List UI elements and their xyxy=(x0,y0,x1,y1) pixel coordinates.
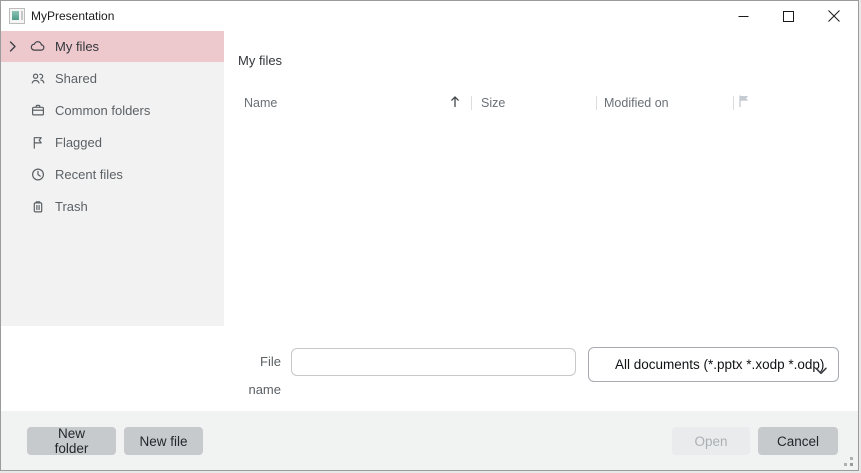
flag-icon xyxy=(30,134,46,150)
window-controls xyxy=(721,1,856,31)
cloud-icon xyxy=(30,39,46,55)
cancel-button[interactable]: Cancel xyxy=(758,427,838,455)
sidebar-item-recent-files[interactable]: Recent files xyxy=(1,158,224,190)
file-list-empty-area[interactable] xyxy=(224,113,857,326)
sidebar-item-my-files[interactable]: My files xyxy=(1,31,224,62)
column-header-size[interactable]: Size xyxy=(481,94,505,112)
sidebar-item-shared[interactable]: Shared xyxy=(1,62,224,94)
open-file-dialog: MyPresentation My files Shared Common fo… xyxy=(0,0,859,471)
file-type-dropdown[interactable]: All documents (*.pptx *.xodp *.odp) xyxy=(588,347,839,382)
file-name-input[interactable] xyxy=(291,348,576,376)
sidebar-item-flagged[interactable]: Flagged xyxy=(1,126,224,158)
close-icon xyxy=(827,10,840,22)
sidebar-item-label: Recent files xyxy=(55,166,123,182)
close-button[interactable] xyxy=(811,1,856,31)
app-icon-slide xyxy=(12,11,19,20)
sidebar-item-label: Common folders xyxy=(55,102,151,118)
file-type-selected-value: All documents (*.pptx *.xodp *.odp) xyxy=(615,357,825,372)
column-separator xyxy=(733,96,734,110)
window-title: MyPresentation xyxy=(31,9,115,23)
sidebar: My files Shared Common folders Flagged R… xyxy=(1,31,224,326)
new-file-button[interactable]: New file xyxy=(124,427,203,455)
sort-ascending-icon[interactable] xyxy=(450,95,460,111)
column-header-modified-on[interactable]: Modified on xyxy=(604,94,669,112)
clock-icon xyxy=(30,166,46,182)
file-name-label: File name xyxy=(248,354,281,397)
column-separator xyxy=(596,96,597,110)
sidebar-item-label: My files xyxy=(55,39,100,54)
sidebar-item-label: Shared xyxy=(55,70,97,86)
dialog-footer: New folder New file Open Cancel xyxy=(1,411,858,470)
sidebar-item-label: Trash xyxy=(55,198,88,214)
resize-grip[interactable] xyxy=(844,457,853,466)
maximize-button[interactable] xyxy=(766,1,811,31)
chevron-down-icon xyxy=(815,362,827,380)
new-folder-button[interactable]: New folder xyxy=(27,426,116,456)
sidebar-item-trash[interactable]: Trash xyxy=(1,190,224,222)
app-icon xyxy=(9,8,25,24)
current-folder-heading: My files xyxy=(238,53,283,68)
maximize-icon xyxy=(783,10,794,22)
chevron-right-icon[interactable] xyxy=(9,41,30,52)
column-header-name[interactable]: Name xyxy=(244,94,277,112)
sidebar-item-common-folders[interactable]: Common folders xyxy=(1,94,224,126)
column-separator xyxy=(471,96,472,110)
minimize-button[interactable] xyxy=(721,1,766,31)
sidebar-item-label: Flagged xyxy=(55,134,102,150)
open-button[interactable]: Open xyxy=(672,427,750,455)
trash-icon xyxy=(30,198,46,214)
people-icon xyxy=(30,70,46,86)
minimize-icon xyxy=(738,11,749,22)
title-bar: MyPresentation xyxy=(1,1,858,31)
briefcase-icon xyxy=(30,102,46,118)
file-list-column-header: Name Size Modified on xyxy=(238,94,854,112)
column-header-flag-icon[interactable] xyxy=(738,95,750,111)
app-icon-strip xyxy=(21,11,23,20)
